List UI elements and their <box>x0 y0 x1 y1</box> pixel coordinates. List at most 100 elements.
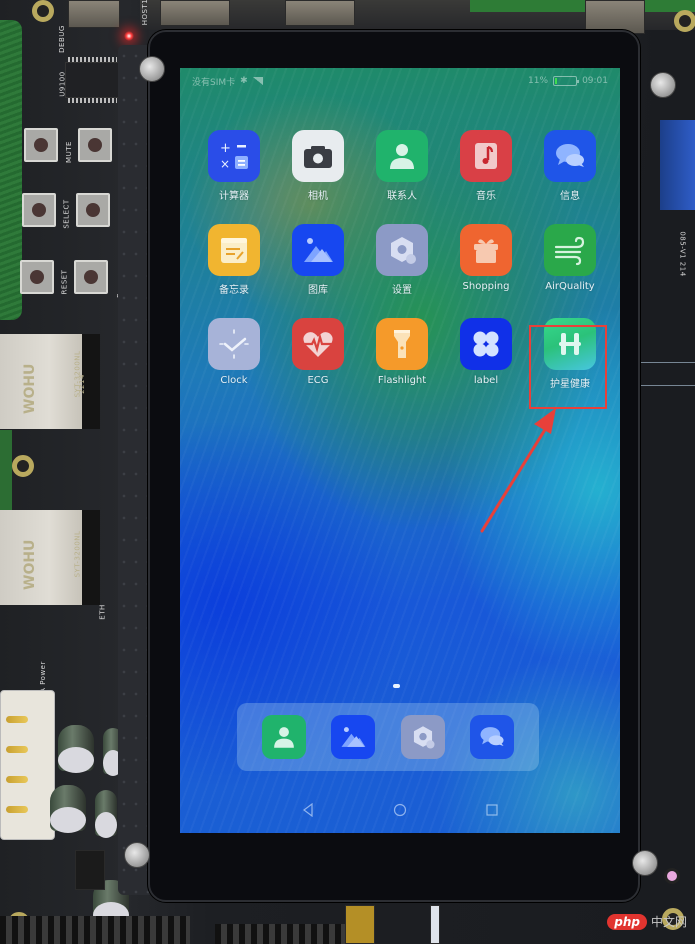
hw-button-select <box>22 193 56 227</box>
app-camera[interactable]: 相机 <box>276 130 360 202</box>
gallery-mountain-icon <box>292 224 344 276</box>
flex-connector <box>345 905 375 944</box>
screw <box>139 56 165 82</box>
app-label: 联系人 <box>387 191 417 202</box>
letter-h-icon <box>544 318 596 370</box>
chat-bubbles-icon <box>544 130 596 182</box>
screw <box>124 842 150 868</box>
usb-debug-port <box>68 0 120 28</box>
battery-percent: 11% <box>528 76 549 86</box>
music-note-icon <box>460 130 512 182</box>
page-indicator[interactable] <box>393 684 400 688</box>
port <box>585 0 645 34</box>
silk-reset: RESET <box>60 269 69 295</box>
app-notes[interactable]: 备忘录 <box>192 224 276 296</box>
nav-home-button[interactable] <box>390 800 410 820</box>
watermark: php 中文网 <box>607 913 687 930</box>
app-messages[interactable]: 信息 <box>528 130 612 202</box>
app-label: 设置 <box>392 285 412 296</box>
silk-panel: 085-V1 214 <box>678 231 687 277</box>
dock-messages-icon[interactable] <box>470 715 515 759</box>
pcb-trace <box>640 385 695 386</box>
eth-model: SYT-3200NL <box>73 530 82 578</box>
app-settings[interactable]: 设置 <box>360 224 444 296</box>
clock-icon <box>208 318 260 370</box>
hw-button-mute <box>24 128 58 162</box>
gear-icon <box>376 224 428 276</box>
capacitor <box>58 725 94 773</box>
app-label[interactable]: label <box>444 318 528 390</box>
dock-contacts-icon[interactable] <box>261 715 306 759</box>
flashlight-icon <box>376 318 428 370</box>
eth-brand: WOHU <box>22 539 38 590</box>
mount-hole <box>674 10 695 32</box>
pin-header <box>215 924 345 944</box>
contact-icon <box>376 130 428 182</box>
app-label: Shopping <box>462 281 510 292</box>
silk-mute: MUTE <box>64 141 73 163</box>
navigation-bar <box>180 787 620 833</box>
svg-text:+: + <box>220 141 231 156</box>
app-label: 信息 <box>560 191 580 202</box>
app-clock[interactable]: Clock <box>192 318 276 390</box>
heart-pulse-icon <box>292 318 344 370</box>
hw-button <box>76 193 110 227</box>
app-contacts[interactable]: 联系人 <box>360 130 444 202</box>
silk-chip: U9100 <box>58 71 67 97</box>
sata-power-connector <box>0 690 55 840</box>
app-ecg[interactable]: ECG <box>276 318 360 390</box>
app-gallery[interactable]: 图库 <box>276 224 360 296</box>
screw <box>650 72 676 98</box>
back-triangle-icon <box>303 803 313 817</box>
four-petal-icon <box>460 318 512 370</box>
pcb-trace <box>640 362 695 363</box>
capacitor <box>95 790 117 838</box>
app-label: 图库 <box>308 285 328 296</box>
eth-code: 2214 <box>77 374 86 394</box>
silk-eth: ETH <box>98 604 107 620</box>
app-label: Clock <box>220 375 248 386</box>
eth-brand: WOHU <box>22 363 38 414</box>
dock-settings-icon[interactable] <box>400 715 445 759</box>
wind-icon <box>544 224 596 276</box>
mount-hole <box>12 455 34 477</box>
app-grid: + × 计算器 相机 联系人 音乐 信息 备忘录 图库 设置 Shopping … <box>192 130 612 390</box>
inductor <box>75 850 105 890</box>
app-label: 音乐 <box>476 191 496 202</box>
status-bar: 没有SIM卡 ✱ 11% 09:01 <box>180 68 620 94</box>
pcb-green-edge <box>470 0 695 12</box>
usb-port <box>285 0 355 26</box>
home-circle-icon <box>393 803 407 817</box>
hw-button-power <box>74 260 108 294</box>
app-label: label <box>473 375 499 386</box>
app-shopping[interactable]: Shopping <box>444 224 528 296</box>
usb-host-port <box>160 0 230 26</box>
svg-text:×: × <box>220 157 230 171</box>
mount-hole <box>32 0 54 22</box>
carrier-text: 没有SIM卡 <box>192 77 236 88</box>
app-music[interactable]: 音乐 <box>444 130 528 202</box>
silk-host: HOST1 <box>141 0 150 26</box>
dock-gallery-icon[interactable] <box>331 715 376 759</box>
app-label: 相机 <box>308 191 328 202</box>
screw <box>632 850 658 876</box>
ic-chip <box>65 57 120 103</box>
ethernet-port: WOHU <box>0 510 100 605</box>
app-label: AirQuality <box>545 281 595 292</box>
dock <box>237 703 539 771</box>
pin-header <box>0 916 190 944</box>
nav-back-button[interactable] <box>298 800 318 820</box>
pcb-green-edge <box>0 20 22 320</box>
app-airquality[interactable]: AirQuality <box>528 224 612 296</box>
wifi-icon: ✱ <box>240 76 248 86</box>
app-calculator[interactable]: + × 计算器 <box>192 130 276 202</box>
app-flashlight[interactable]: Flashlight <box>360 318 444 390</box>
app-huxing-health[interactable]: 护星健康 <box>528 318 612 390</box>
nav-recents-button[interactable] <box>482 800 502 820</box>
watermark-logo: php <box>607 913 647 930</box>
ribbon-cable <box>660 120 695 210</box>
watermark-text: 中文网 <box>650 915 687 929</box>
hw-button-vol <box>78 128 112 162</box>
battery-icon <box>553 76 580 86</box>
camera-icon <box>292 130 344 182</box>
